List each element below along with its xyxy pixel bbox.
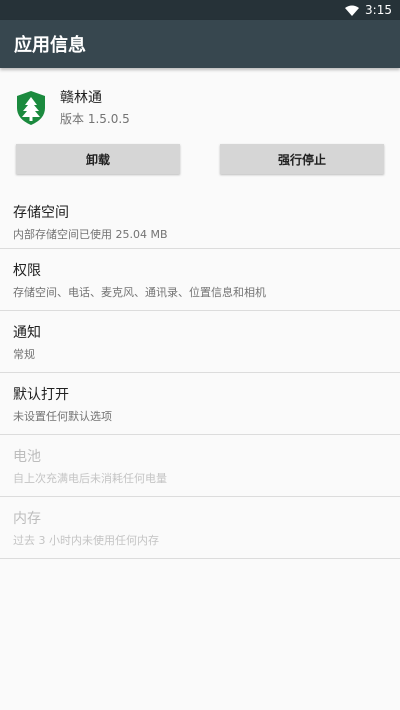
app-bar: 应用信息: [0, 20, 400, 68]
button-row: 卸载 强行停止: [0, 144, 400, 174]
permissions-item[interactable]: 权限 存储空间、电话、麦克风、通讯录、位置信息和相机: [0, 249, 400, 311]
battery-subtitle: 自上次充满电后未消耗任何电量: [13, 471, 167, 485]
page-title: 应用信息: [14, 35, 86, 56]
storage-subtitle: 内部存储空间已使用 25.04 MB: [13, 228, 168, 241]
app-version: 版本 1.5.0.5: [60, 112, 130, 126]
battery-item: 电池 自上次充满电后未消耗任何电量: [0, 435, 400, 497]
app-header: 赣林通 版本 1.5.0.5: [0, 68, 400, 136]
notifications-item[interactable]: 通知 常规: [0, 311, 400, 373]
uninstall-button[interactable]: 卸载: [16, 144, 180, 174]
notifications-title: 通知: [13, 324, 41, 341]
app-info: 赣林通 版本 1.5.0.5: [60, 89, 130, 127]
tree-shield-icon: [14, 89, 48, 127]
battery-title: 电池: [13, 448, 41, 465]
force-stop-button[interactable]: 强行停止: [220, 144, 384, 174]
memory-subtitle: 过去 3 小时内未使用任何内存: [13, 533, 159, 547]
wifi-icon: [345, 5, 360, 16]
notifications-subtitle: 常规: [13, 347, 35, 361]
open-by-default-item[interactable]: 默认打开 未设置任何默认选项: [0, 373, 400, 435]
status-time: 3:15: [365, 3, 392, 17]
open-by-default-title: 默认打开: [13, 386, 69, 403]
settings-list: 存储空间 内部存储空间已使用 25.04 MB 权限 存储空间、电话、麦克风、通…: [0, 196, 400, 559]
memory-title: 内存: [13, 510, 41, 527]
storage-item[interactable]: 存储空间 内部存储空间已使用 25.04 MB: [0, 196, 400, 249]
permissions-subtitle: 存储空间、电话、麦克风、通讯录、位置信息和相机: [13, 285, 266, 299]
open-by-default-subtitle: 未设置任何默认选项: [13, 409, 112, 423]
memory-item: 内存 过去 3 小时内未使用任何内存: [0, 497, 400, 559]
status-bar: 3:15: [0, 0, 400, 20]
app-name: 赣林通: [60, 90, 102, 106]
storage-title: 存储空间: [13, 205, 69, 221]
permissions-title: 权限: [13, 262, 41, 279]
